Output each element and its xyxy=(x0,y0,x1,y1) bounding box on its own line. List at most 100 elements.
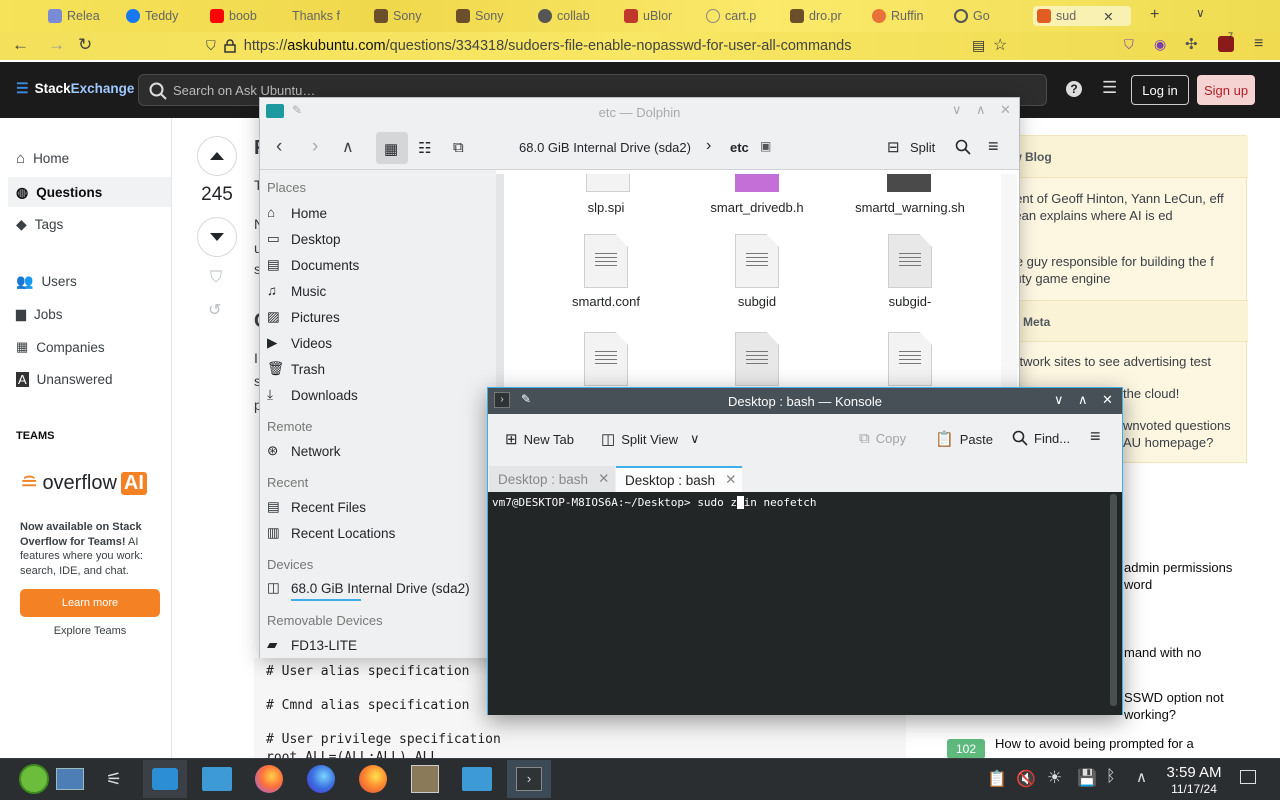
places-item-pictures[interactable]: ▨ Pictures xyxy=(267,309,340,325)
dolphin-titlebar[interactable]: ✎ etc — Dolphin ∨ ∧ ✕ xyxy=(260,98,1019,126)
minimize-icon[interactable]: ∨ xyxy=(1054,392,1064,408)
browser-tab[interactable]: Sony xyxy=(452,6,530,26)
help-icon[interactable]: ? xyxy=(1066,81,1082,97)
login-button[interactable]: Log in xyxy=(1131,75,1189,105)
task-firefox[interactable] xyxy=(247,760,291,798)
nav-item-users[interactable]: 👥 Users xyxy=(16,273,77,290)
url-bar[interactable]: ⛉ https://askubuntu.com/questions/334318… xyxy=(196,34,1021,58)
terminal-tab[interactable]: Desktop : bash ✕ xyxy=(489,466,615,492)
split-button[interactable]: Split xyxy=(910,140,935,155)
places-item-network[interactable]: ⊛ Network xyxy=(267,443,341,459)
meta-link[interactable]: wnvoted questions AU homepage? xyxy=(1123,417,1241,451)
browser-tab[interactable]: Thanks f xyxy=(288,6,366,26)
find-button[interactable]: Find... xyxy=(1012,430,1070,446)
upvote-button[interactable] xyxy=(197,136,237,176)
close-tab-icon[interactable]: ✕ xyxy=(1103,9,1113,24)
reload-icon[interactable]: ↻ xyxy=(78,35,92,55)
konsole-titlebar[interactable]: › ✎ Desktop : bash — Konsole ∨ ∧ ✕ xyxy=(488,388,1122,414)
blog-link[interactable]: the guy responsible for building the f D… xyxy=(1005,253,1235,287)
bookmark-icon[interactable]: ⛉ xyxy=(210,269,222,287)
pin-icon[interactable]: ✎ xyxy=(292,103,302,117)
close-icon[interactable]: ✕ xyxy=(1000,102,1011,118)
explore-teams-link[interactable]: Explore Teams xyxy=(20,625,160,637)
close-tab-icon[interactable]: ✕ xyxy=(598,471,609,487)
browser-tab[interactable]: uBlor xyxy=(620,6,698,26)
browser-tab[interactable]: boob xyxy=(206,6,284,26)
reader-view-icon[interactable]: ▤ xyxy=(972,37,985,54)
browser-tab[interactable]: collab xyxy=(534,6,612,26)
system-settings-button[interactable]: ⚟ xyxy=(92,760,136,798)
file-item[interactable]: slp.spi xyxy=(546,200,666,215)
task-app[interactable] xyxy=(403,760,447,798)
browser-tab[interactable]: Sony xyxy=(370,6,448,26)
learn-more-button[interactable]: Learn more xyxy=(20,589,160,617)
extensions-icon[interactable]: ✣ xyxy=(1185,35,1198,53)
minimize-icon[interactable]: ∨ xyxy=(952,102,962,118)
pin-icon[interactable]: ✎ xyxy=(521,392,531,406)
places-item-downloads[interactable]: ⤓ Downloads xyxy=(267,387,358,403)
compact-view-icon[interactable]: ☷ xyxy=(418,139,431,157)
browser-tab[interactable]: Ruffin xyxy=(868,6,946,26)
clipboard-icon[interactable]: 📋 xyxy=(987,769,1007,789)
task-discover[interactable] xyxy=(143,760,187,798)
task-firefox-nightly[interactable] xyxy=(351,760,395,798)
places-item-drive[interactable]: ◫ 68.0 GiB Internal Drive (sda2) xyxy=(267,580,470,596)
blog-link[interactable]: ident of Geoff Hinton, Yann LeCun, eff D… xyxy=(1005,190,1235,224)
browser-tab-active[interactable]: sud ✕ xyxy=(1033,6,1131,26)
close-tab-icon[interactable]: ✕ xyxy=(725,472,736,488)
downvote-button[interactable] xyxy=(197,217,237,257)
related-question-link[interactable]: mand with no xyxy=(1124,644,1214,661)
file-item[interactable]: smartd.conf xyxy=(546,234,666,309)
tab-list-icon[interactable]: ∨ xyxy=(1196,6,1205,20)
related-question-link[interactable]: SSWD option not working? xyxy=(1124,689,1234,723)
places-item-home[interactable]: ⌂ Home xyxy=(267,205,327,221)
split-view-button[interactable]: ◫ Split View ∨ xyxy=(601,430,700,448)
nav-item-jobs[interactable]: ▆ Jobs xyxy=(16,306,63,322)
menu-icon[interactable]: ≡ xyxy=(1254,35,1263,53)
file-item[interactable]: subgid xyxy=(697,234,817,309)
signup-button[interactable]: Sign up xyxy=(1197,75,1255,105)
places-item-usb[interactable]: ▰ FD13-LITE xyxy=(267,637,357,653)
task-dolphin[interactable] xyxy=(195,760,239,798)
copy-button[interactable]: ⧉ Copy xyxy=(859,430,906,447)
browser-tab[interactable]: Teddy xyxy=(122,6,202,26)
folder-info-icon[interactable]: ▣ xyxy=(760,139,771,153)
file-item[interactable] xyxy=(546,332,666,392)
places-item-music[interactable]: ♫ Music xyxy=(267,283,326,299)
places-item-desktop[interactable]: ▭ Desktop xyxy=(267,231,341,247)
close-icon[interactable]: ✕ xyxy=(1102,392,1113,408)
file-item[interactable]: subgid- xyxy=(850,234,970,309)
browser-tab[interactable]: dro.pr xyxy=(786,6,864,26)
nav-item-unanswered[interactable]: A Unanswered xyxy=(16,372,112,387)
clock-time[interactable]: 3:59 AM xyxy=(1163,764,1225,781)
related-question-link[interactable]: admin permissions word xyxy=(1124,559,1244,593)
bookmark-star-icon[interactable]: ☆ xyxy=(993,35,1007,55)
related-question-link[interactable]: How to avoid being prompted for a xyxy=(995,735,1235,752)
file-item[interactable]: smartd_warning.sh xyxy=(850,200,970,215)
paste-button[interactable]: 📋 Paste xyxy=(935,430,993,448)
clock-date[interactable]: 11/17/24 xyxy=(1163,782,1225,796)
breadcrumb-drive[interactable]: 68.0 GiB Internal Drive (sda2) xyxy=(519,140,691,155)
save-icon[interactable]: 💾 xyxy=(1077,768,1097,788)
search-icon[interactable] xyxy=(955,139,971,155)
task-dolphin-active[interactable] xyxy=(455,760,499,798)
file-item[interactable] xyxy=(697,332,817,392)
browser-tab[interactable]: Go xyxy=(950,6,1028,26)
show-desktop-icon[interactable] xyxy=(1240,770,1256,784)
nav-item-tags[interactable]: ◆ Tags xyxy=(16,216,63,233)
hamburger-menu-icon[interactable]: ≡ xyxy=(988,136,999,157)
lock-icon[interactable] xyxy=(224,39,236,53)
forward-icon[interactable]: → xyxy=(48,35,65,55)
breadcrumb-current[interactable]: etc xyxy=(730,140,749,155)
back-icon[interactable]: ← xyxy=(12,35,29,55)
volume-muted-icon[interactable]: 🔇 xyxy=(1016,769,1036,789)
details-view-icon[interactable]: ⧉ xyxy=(453,139,464,156)
shield-icon[interactable]: ⛉ xyxy=(206,38,216,54)
browser-tab[interactable]: Relea xyxy=(44,6,122,26)
new-tab-icon[interactable]: + xyxy=(1150,6,1159,24)
forward-icon[interactable]: › xyxy=(312,136,318,158)
pocket-icon[interactable]: ⛉ xyxy=(1124,37,1134,53)
terminal-scrollbar[interactable] xyxy=(1110,494,1117,706)
up-icon[interactable]: ∧ xyxy=(342,137,354,157)
account-icon[interactable]: ◉ xyxy=(1154,36,1166,53)
